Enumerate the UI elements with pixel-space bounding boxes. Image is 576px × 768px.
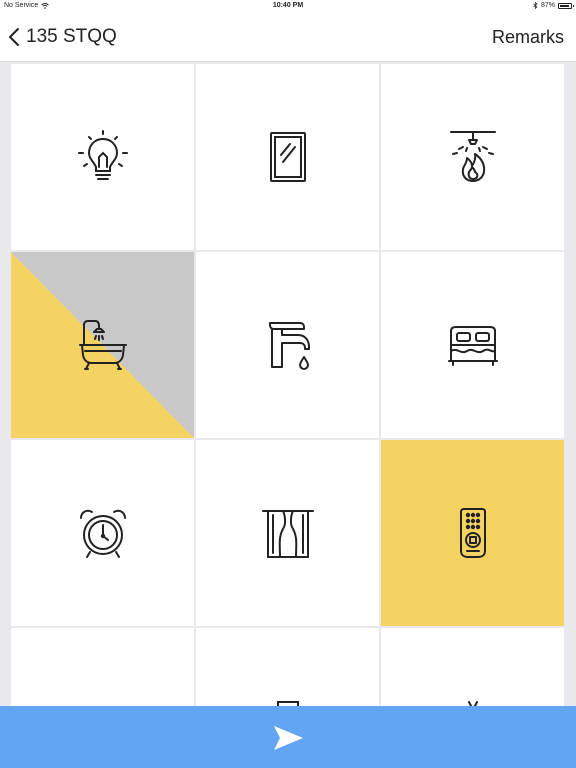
tile-fire-sprinkler[interactable] [381,64,564,250]
tile-row4-col1[interactable] [11,628,194,708]
bathtub-shower-icon [78,320,127,370]
curtains-icon [261,510,314,558]
battery-icon [558,2,574,9]
tile-bed[interactable] [381,252,564,438]
page-title: 135 STQQ [26,26,117,47]
tile-curtains[interactable] [196,440,379,626]
tile-light-bulb[interactable] [11,64,194,250]
tile-faucet[interactable] [196,252,379,438]
send-arrow-icon [274,726,303,750]
status-bar: No Service 10:40 PM 87% [0,0,576,12]
alarm-clock-icon [79,509,126,558]
nav-bar: 135 STQQ Remarks [0,12,576,62]
back-button[interactable]: 135 STQQ [8,24,117,50]
mirror-icon [269,132,306,182]
tile-alarm-clock[interactable] [11,440,194,626]
remote-control-icon [459,508,486,558]
bluetooth-icon [533,2,538,9]
tile-row4-col2[interactable] [196,628,379,708]
tile-bathtub[interactable] [11,252,194,438]
tile-row4-col3[interactable] [381,628,564,708]
chevron-left-icon [9,28,19,46]
tile-remote-control[interactable] [381,440,564,626]
status-time: 10:40 PM [272,2,304,9]
status-right: 87% [533,2,574,9]
remarks-button[interactable]: Remarks [492,24,564,50]
fire-sprinkler-icon [449,131,496,182]
light-bulb-icon [77,130,128,180]
submit-button[interactable] [0,706,576,768]
faucet-icon [268,322,310,370]
tile-mirror[interactable] [196,64,379,250]
app-root: No Service 10:40 PM 87% 135 STQQ Remarks [0,0,576,768]
bed-icon [447,326,498,366]
battery-percent: 87% [540,2,555,9]
